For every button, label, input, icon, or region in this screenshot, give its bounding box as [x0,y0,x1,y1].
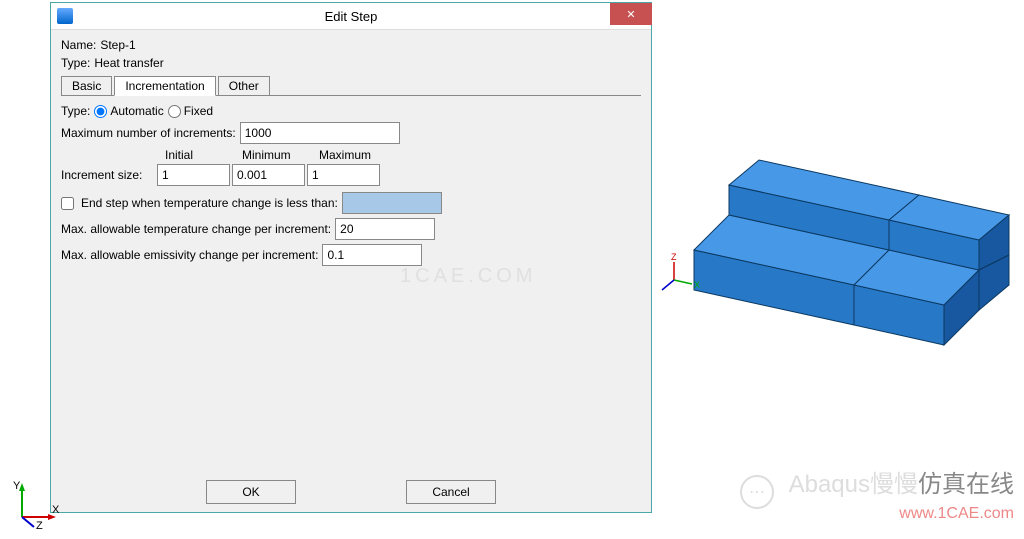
svg-text:Y: Y [13,480,21,492]
max-temp-label: Max. allowable temperature change per in… [61,222,331,236]
minimum-input[interactable] [232,164,305,186]
wechat-icon: ⋯ [740,475,774,509]
svg-text:X: X [694,280,700,290]
radio-fixed-label[interactable]: Fixed [168,104,213,118]
watermark-center: 1CAE.COM [400,265,536,288]
cancel-button[interactable]: Cancel [406,480,496,504]
model-viewport[interactable]: X Z [644,130,1024,350]
name-value: Step-1 [100,38,135,52]
watermark-text: Abaqus慢慢仿真在线 [789,464,1014,499]
edit-step-dialog: Edit Step ✕ Name: Step-1 Type: Heat tran… [50,2,652,513]
inc-type-label: Type: [61,104,90,118]
max-emis-label: Max. allowable emissivity change per inc… [61,248,318,262]
tab-other[interactable]: Other [218,76,270,96]
radio-automatic-label[interactable]: Automatic [94,104,163,118]
end-step-input[interactable] [342,192,442,214]
radio-automatic[interactable] [94,105,107,118]
svg-text:X: X [52,504,60,516]
close-button[interactable]: ✕ [610,3,652,25]
radio-fixed[interactable] [168,105,181,118]
inc-size-label: Increment size: [61,168,157,182]
global-axes-icon: Y X Z [10,479,60,529]
titlebar[interactable]: Edit Step ✕ [51,3,651,30]
max-emis-input[interactable] [322,244,422,266]
dialog-title: Edit Step [325,9,378,24]
maximum-input[interactable] [307,164,380,186]
ok-button[interactable]: OK [206,480,296,504]
watermark-url: www.1CAE.com [899,505,1014,523]
svg-text:Z: Z [36,520,43,529]
header-minimum: Minimum [238,148,315,162]
tab-basic[interactable]: Basic [61,76,112,96]
header-maximum: Maximum [315,148,392,162]
type-label: Type: [61,56,90,70]
model-geometry [694,160,1009,345]
header-initial: Initial [161,148,238,162]
initial-input[interactable] [157,164,230,186]
type-value: Heat transfer [94,56,163,70]
tab-incrementation[interactable]: Incrementation [114,76,215,96]
max-inc-label: Maximum number of increments: [61,126,236,140]
app-icon [57,8,73,24]
end-step-label: End step when temperature change is less… [81,196,338,210]
svg-text:Z: Z [671,252,677,262]
name-label: Name: [61,38,96,52]
end-step-checkbox[interactable] [61,197,74,210]
max-inc-input[interactable] [240,122,400,144]
max-temp-input[interactable] [335,218,435,240]
